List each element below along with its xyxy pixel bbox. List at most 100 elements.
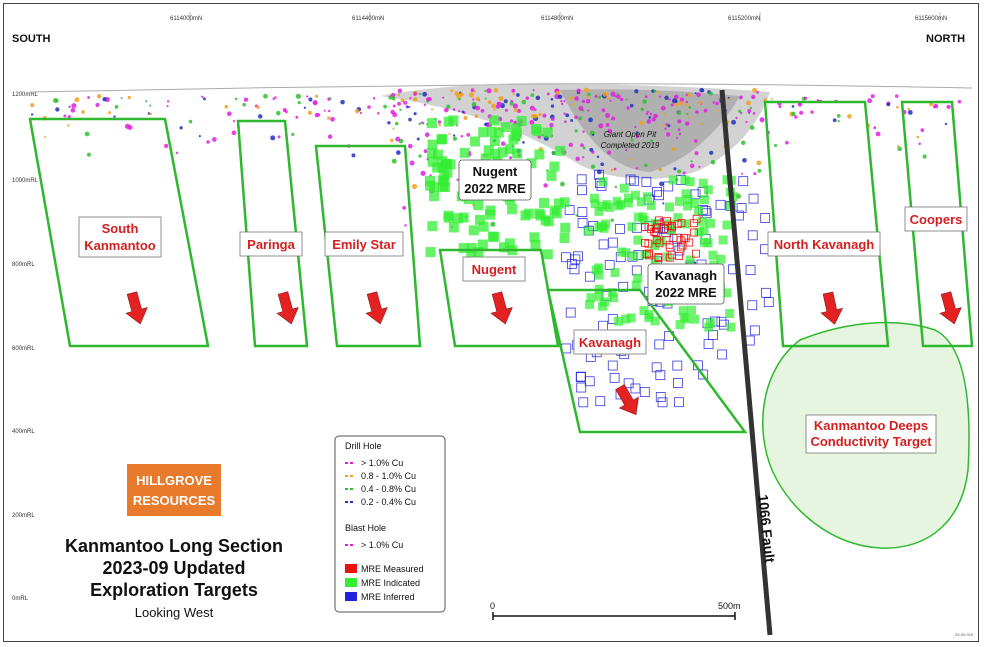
drill-intercept bbox=[791, 105, 795, 108]
drill-intercept bbox=[457, 110, 461, 113]
mre-block bbox=[718, 235, 728, 245]
drill-intercept bbox=[563, 112, 566, 115]
mre-block bbox=[478, 221, 489, 232]
drill-intercept bbox=[274, 96, 277, 99]
drill-intercept bbox=[312, 99, 318, 106]
rl-label: 600mRL bbox=[12, 346, 35, 352]
legend-item: MRE Measured bbox=[361, 564, 424, 574]
mre-block bbox=[427, 221, 438, 232]
drill-intercept bbox=[933, 105, 936, 109]
mre-block bbox=[555, 145, 566, 156]
mre-block bbox=[699, 195, 709, 205]
mre-block bbox=[633, 235, 643, 245]
drill-intercept bbox=[570, 119, 574, 122]
drill-intercept bbox=[731, 119, 736, 125]
drill-intercept bbox=[685, 100, 689, 104]
drill-intercept bbox=[576, 88, 581, 93]
easting-label: 6114800mN bbox=[541, 16, 573, 22]
drill-intercept bbox=[409, 160, 415, 166]
drill-intercept bbox=[739, 95, 743, 99]
drill-intercept bbox=[907, 109, 913, 115]
drill-intercept bbox=[700, 122, 703, 126]
drill-intercept bbox=[458, 97, 461, 101]
drill-intercept bbox=[306, 95, 309, 98]
drill-intercept bbox=[316, 113, 321, 117]
drill-intercept bbox=[634, 89, 639, 94]
mre-block bbox=[598, 239, 609, 250]
drill-intercept bbox=[675, 100, 678, 103]
drill-intercept bbox=[226, 111, 232, 117]
drill-intercept bbox=[549, 122, 554, 128]
drill-intercept bbox=[606, 150, 612, 155]
drill-intercept bbox=[682, 171, 686, 175]
drill-intercept bbox=[709, 150, 714, 155]
rl-label: 1000mRL bbox=[12, 178, 39, 184]
drill-intercept bbox=[542, 113, 547, 118]
mre-block bbox=[565, 307, 576, 318]
mre-block bbox=[646, 200, 656, 210]
drill-intercept bbox=[653, 89, 657, 93]
label-paringa: Paringa bbox=[239, 231, 303, 257]
drill-intercept bbox=[751, 94, 756, 100]
drill-intercept bbox=[303, 106, 306, 109]
drill-intercept bbox=[602, 91, 608, 97]
mre-label: Kavanagh bbox=[655, 268, 717, 283]
mre-block bbox=[576, 382, 587, 393]
drill-intercept bbox=[543, 183, 548, 188]
drill-intercept bbox=[387, 121, 391, 125]
mre-block bbox=[708, 330, 718, 340]
drill-intercept bbox=[63, 114, 67, 118]
drill-intercept bbox=[509, 101, 514, 106]
drill-intercept bbox=[597, 95, 601, 99]
drill-intercept bbox=[113, 115, 116, 118]
label-kavanagh-mre: Kavanagh 2022 MRE bbox=[647, 263, 725, 305]
drill-intercept bbox=[698, 165, 701, 168]
drill-intercept bbox=[670, 103, 674, 107]
drill-intercept bbox=[409, 96, 412, 100]
drill-intercept bbox=[525, 96, 530, 100]
drill-intercept bbox=[391, 96, 396, 101]
drill-intercept bbox=[188, 119, 193, 124]
drill-intercept bbox=[295, 93, 301, 99]
drill-intercept bbox=[397, 93, 401, 97]
drill-intercept bbox=[81, 110, 85, 114]
mre-block bbox=[615, 224, 625, 234]
drill-intercept bbox=[145, 100, 148, 103]
mre-block bbox=[429, 182, 440, 193]
drill-intercept bbox=[957, 99, 962, 104]
scale-end: 500m bbox=[718, 601, 741, 611]
drill-intercept bbox=[749, 125, 755, 130]
drill-intercept bbox=[568, 142, 573, 148]
drill-intercept bbox=[277, 135, 281, 139]
mre-block bbox=[674, 252, 683, 260]
drill-intercept bbox=[606, 96, 610, 100]
mre-block bbox=[747, 300, 758, 311]
drill-intercept bbox=[629, 103, 634, 108]
mre-block bbox=[664, 202, 674, 212]
mre-block bbox=[698, 178, 708, 188]
drill-intercept bbox=[551, 150, 556, 155]
drill-intercept bbox=[114, 105, 119, 109]
drill-intercept bbox=[355, 109, 360, 114]
drill-intercept bbox=[634, 125, 637, 128]
drill-intercept bbox=[894, 94, 899, 98]
drill-intercept bbox=[270, 135, 276, 141]
drill-intercept bbox=[648, 116, 652, 119]
drill-intercept bbox=[314, 94, 319, 98]
direction-south: SOUTH bbox=[12, 33, 51, 45]
drill-intercept bbox=[231, 130, 237, 136]
mre-block bbox=[690, 314, 700, 324]
mre-block bbox=[459, 147, 470, 158]
drill-intercept bbox=[944, 122, 948, 126]
mre-block bbox=[443, 116, 454, 127]
drill-intercept bbox=[601, 108, 606, 112]
label-nugent-mre: Nugent 2022 MRE bbox=[458, 159, 532, 201]
mre-block bbox=[549, 161, 560, 172]
mre-label: Nugent bbox=[473, 164, 518, 179]
mre-block bbox=[425, 247, 436, 258]
logo-text: RESOURCES bbox=[133, 493, 216, 508]
title-line: Kanmantoo Long Section bbox=[65, 536, 283, 556]
target-label: Kanmantoo bbox=[84, 238, 156, 253]
drill-intercept bbox=[490, 221, 496, 227]
label-north-kavanagh: North Kavanagh bbox=[767, 231, 881, 257]
